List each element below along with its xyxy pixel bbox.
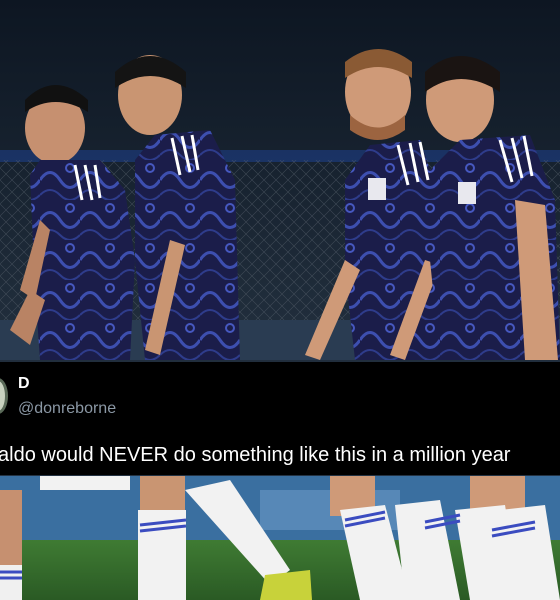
tweet-text: aldo would NEVER do something like this …: [0, 444, 511, 466]
avatar[interactable]: [0, 378, 8, 414]
user-handle[interactable]: @donreborne: [18, 400, 116, 418]
tweet-image-card: D @donreborne aldo would NEVER do someth…: [0, 0, 560, 600]
display-name[interactable]: D: [18, 375, 30, 393]
players-photo: [0, 0, 560, 600]
tweet-overlay: D @donreborne aldo would NEVER do someth…: [0, 362, 560, 475]
